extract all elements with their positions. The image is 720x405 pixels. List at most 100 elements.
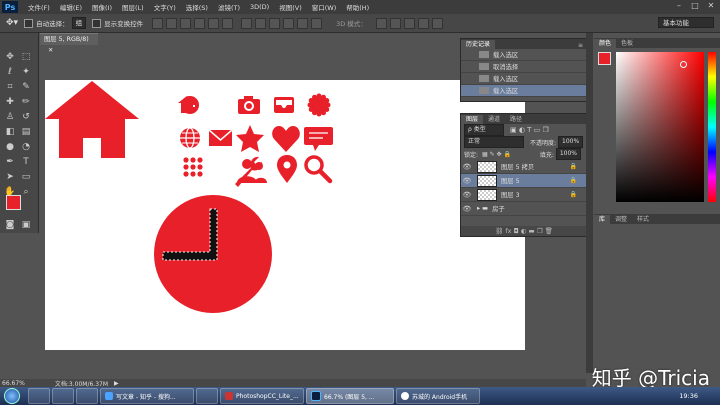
gradient-icon[interactable]: ▤ — [20, 126, 32, 138]
history-item[interactable]: 载入选区 — [461, 49, 587, 61]
start-button[interactable] — [4, 388, 20, 404]
scale-3d-icon[interactable] — [431, 17, 443, 29]
menu-edit[interactable]: 编辑(E) — [60, 2, 82, 12]
align-top-icon[interactable] — [152, 17, 164, 29]
foreground-color-swatch[interactable] — [6, 195, 21, 210]
pen-icon[interactable]: ✒ — [4, 156, 16, 168]
tab-history[interactable]: 历史记录 — [461, 40, 496, 49]
menu-select[interactable]: 选择(S) — [186, 2, 208, 12]
opacity-field[interactable]: 100% — [558, 136, 584, 148]
history-item[interactable]: 载入选区 — [461, 85, 587, 97]
healing-icon[interactable]: ✚ — [4, 96, 16, 108]
taskbar-task-phone[interactable]: 苏城的 Android手机 — [396, 388, 480, 404]
show-transform-checkbox[interactable] — [92, 18, 102, 28]
document-tab[interactable]: 图层 5, RGB/8) ✕ — [40, 33, 98, 54]
panel-menu-icon[interactable]: ≡ — [578, 42, 583, 49]
tab-libraries[interactable]: 库 — [594, 215, 611, 224]
visibility-eye-icon[interactable]: 👁 — [461, 205, 473, 213]
folder-icon[interactable]: ▸ ▬ — [477, 205, 488, 212]
status-arrow-icon[interactable]: ▶ — [114, 380, 119, 387]
history-item[interactable]: 取消选择 — [461, 61, 587, 73]
visibility-eye-icon[interactable]: 👁 — [461, 191, 473, 199]
lasso-icon[interactable]: ℓ — [4, 66, 16, 78]
tab-paths[interactable]: 路径 — [505, 115, 527, 124]
distribute-right-icon[interactable] — [311, 17, 323, 29]
distribute-top-icon[interactable] — [241, 17, 253, 29]
tab-color[interactable]: 颜色 — [594, 39, 617, 48]
tab-styles[interactable]: 样式 — [632, 215, 654, 224]
auto-select-dropdown[interactable]: 组 — [71, 17, 87, 29]
menu-layer[interactable]: 图层(L) — [122, 2, 144, 12]
layer-row[interactable]: 👁 图层 5 拷贝 🔒 — [461, 160, 587, 174]
taskbar-task-browser[interactable]: 写文章 - 知乎 - 搜狗... — [100, 388, 194, 404]
zoom-icon[interactable]: ⌕ — [20, 186, 32, 198]
crop-icon[interactable]: ⌗ — [4, 81, 16, 93]
type-icon[interactable]: T — [20, 156, 32, 168]
dodge-icon[interactable]: ◔ — [20, 141, 32, 153]
photoshop-logo[interactable]: Ps — [2, 1, 18, 13]
menu-file[interactable]: 文件(F) — [28, 2, 50, 12]
stamp-icon[interactable]: ♙ — [4, 111, 16, 123]
menu-type[interactable]: 文字(Y) — [154, 2, 176, 12]
taskbar-icon-2[interactable] — [52, 388, 74, 404]
minimize-icon[interactable]: – — [672, 1, 686, 11]
close-icon[interactable]: ✕ — [704, 1, 718, 11]
layer-group-row[interactable]: 👁 ▸ ▬ 房子 — [461, 202, 587, 216]
maximize-icon[interactable]: □ — [688, 1, 702, 11]
close-icon[interactable]: ✕ — [48, 47, 53, 54]
distribute-middle-icon[interactable] — [255, 17, 267, 29]
distribute-center-icon[interactable] — [297, 17, 309, 29]
menu-window[interactable]: 窗口(W) — [312, 2, 337, 12]
path-select-icon[interactable]: ➤ — [4, 171, 16, 183]
distribute-left-icon[interactable] — [283, 17, 295, 29]
slide-3d-icon[interactable] — [417, 17, 429, 29]
distribute-bottom-icon[interactable] — [269, 17, 281, 29]
history-item[interactable]: 载入选区 — [461, 73, 587, 85]
fill-field[interactable]: 100% — [555, 148, 581, 160]
document-canvas[interactable] — [45, 80, 525, 350]
color-field[interactable] — [616, 52, 704, 202]
menu-view[interactable]: 视图(V) — [279, 2, 302, 12]
rotate-3d-icon[interactable] — [375, 17, 387, 29]
menu-filter[interactable]: 滤镜(T) — [218, 2, 240, 12]
roll-3d-icon[interactable] — [389, 17, 401, 29]
brush-icon[interactable]: ✏ — [20, 96, 32, 108]
layer-row[interactable]: 👁 图层 5 🔒 — [461, 174, 587, 188]
eraser-icon[interactable]: ◧ — [4, 126, 16, 138]
tab-adjustments[interactable]: 调整 — [610, 215, 632, 224]
zoom-level[interactable]: 66.67% — [2, 380, 25, 387]
visibility-eye-icon[interactable]: 👁 — [461, 163, 473, 171]
taskbar-task-installer[interactable]: PhotoshopCC_Lite_... — [220, 388, 304, 404]
align-middle-icon[interactable] — [166, 17, 178, 29]
menu-image[interactable]: 图像(I) — [92, 2, 112, 12]
hue-slider[interactable] — [708, 52, 716, 202]
workspace-dropdown[interactable]: 基本功能 — [658, 17, 714, 28]
align-center-icon[interactable] — [208, 17, 220, 29]
blend-mode-dropdown[interactable]: 正常 — [464, 136, 524, 148]
layer-footer-buttons[interactable]: ⛓ fx ◘ ◐ ▬ ❐ 🗑 — [461, 226, 587, 236]
filter-pixel-icon[interactable]: ▣ ◐ T ▭ ❐ — [510, 126, 549, 134]
taskbar-icon-4[interactable] — [196, 388, 218, 404]
auto-select-checkbox[interactable] — [24, 18, 34, 28]
move-tool-icon[interactable]: ✥▾ — [6, 18, 18, 28]
magic-wand-icon[interactable]: ✦ — [20, 66, 32, 78]
lock-icons[interactable]: ▦ ✎ ✥ 🔒 — [482, 151, 511, 158]
foreground-color-swatch[interactable] — [598, 52, 611, 65]
taskbar-task-photoshop[interactable]: 66.7% (图层 5, ... — [306, 388, 394, 404]
menu-help[interactable]: 帮助(H) — [346, 2, 369, 12]
history-brush-icon[interactable]: ↺ — [20, 111, 32, 123]
layer-kind-filter[interactable]: ρ 类型 — [464, 124, 504, 136]
align-right-icon[interactable] — [222, 17, 234, 29]
color-picker-cursor[interactable] — [680, 61, 687, 68]
drag-3d-icon[interactable] — [403, 17, 415, 29]
align-bottom-icon[interactable] — [180, 17, 192, 29]
move-icon[interactable]: ✥ — [4, 51, 16, 63]
menu-3d[interactable]: 3D(D) — [250, 3, 269, 11]
screen-mode-icon[interactable]: ▣ — [20, 219, 32, 231]
marquee-icon[interactable]: ⬚ — [20, 51, 32, 63]
tab-layers[interactable]: 图层 — [461, 115, 484, 124]
taskbar-icon-3[interactable] — [76, 388, 98, 404]
eyedropper-icon[interactable]: ✎ — [20, 81, 32, 93]
visibility-eye-icon[interactable]: 👁 — [461, 177, 473, 185]
clock[interactable]: 19:36 — [679, 392, 698, 400]
